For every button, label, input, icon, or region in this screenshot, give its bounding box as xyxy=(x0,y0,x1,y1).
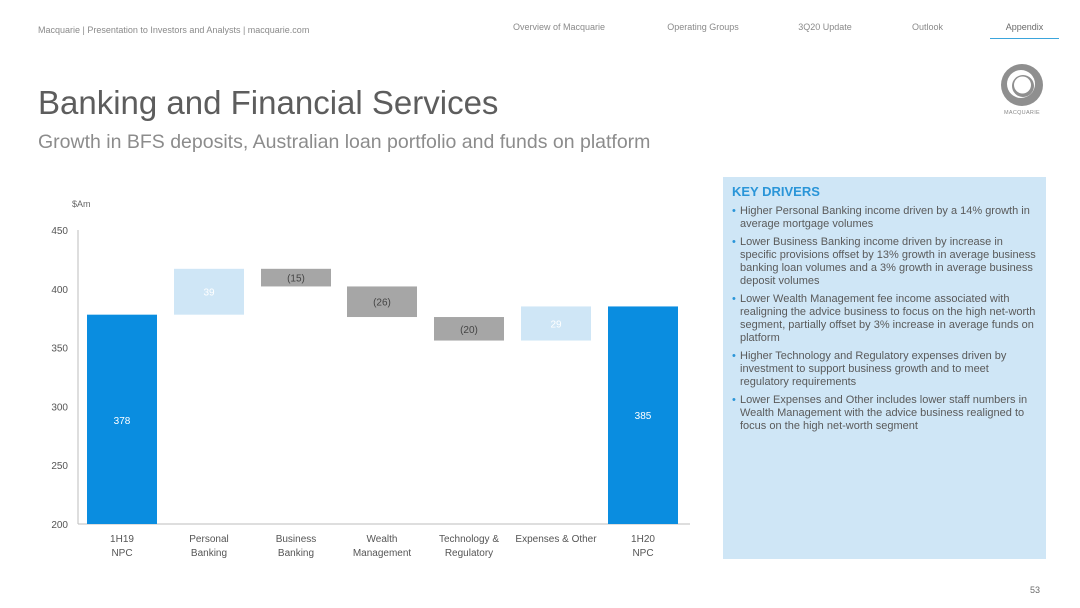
y-tick-label: 350 xyxy=(51,344,68,355)
data-label: 29 xyxy=(550,319,562,330)
category-label: Personal xyxy=(189,534,228,545)
y-tick-label: 450 xyxy=(51,226,68,237)
data-label: (26) xyxy=(373,298,391,309)
top-bar: Macquarie | Presentation to Investors an… xyxy=(0,0,1080,40)
data-label: (20) xyxy=(460,325,478,336)
bullet-icon: • xyxy=(732,236,736,248)
key-driver-item: • Higher Personal Banking income driven b… xyxy=(732,205,1040,231)
key-drivers-list: • Higher Personal Banking income driven b… xyxy=(732,205,1040,438)
key-driver-text: Lower Wealth Management fee income assoc… xyxy=(740,293,1036,344)
bullet-icon: • xyxy=(732,394,736,406)
category-label: Expenses & Other xyxy=(515,534,597,545)
page-subtitle: Growth in BFS deposits, Australian loan … xyxy=(38,131,651,153)
key-driver-item: • Lower Expenses and Other includes lower… xyxy=(732,394,1040,433)
category-label: Business xyxy=(276,534,317,545)
nav-overview[interactable]: Overview of Macquarie xyxy=(505,22,613,38)
y-tick-label: 300 xyxy=(51,402,68,413)
page-title: Banking and Financial Services xyxy=(38,84,499,121)
bullet-icon: • xyxy=(732,205,736,217)
key-driver-text: Higher Technology and Regulatory expense… xyxy=(740,350,1007,388)
category-label: 1H19 xyxy=(110,534,134,545)
key-drivers-panel: KEY DRIVERS • Higher Personal Banking inc… xyxy=(723,177,1046,559)
category-label: Banking xyxy=(191,548,227,559)
key-driver-item: • Lower Wealth Management fee income asso… xyxy=(732,293,1040,345)
data-label: 39 xyxy=(203,288,215,299)
category-label: Regulatory xyxy=(445,548,493,559)
nav-3q20-update[interactable]: 3Q20 Update xyxy=(790,22,860,38)
nav-operating-groups[interactable]: Operating Groups xyxy=(658,22,748,38)
data-label: 385 xyxy=(635,411,652,422)
category-label: Management xyxy=(353,548,412,559)
y-tick-label: 400 xyxy=(51,285,68,296)
key-driver-item: • Higher Technology and Regulatory expens… xyxy=(732,350,1040,389)
data-label: 378 xyxy=(114,416,131,427)
category-label: NPC xyxy=(111,548,132,559)
category-label: Technology & xyxy=(439,534,499,545)
y-axis-label: $Am xyxy=(72,199,91,209)
header-breadcrumb: Macquarie | Presentation to Investors an… xyxy=(38,25,310,35)
y-tick-label: 250 xyxy=(51,461,68,472)
data-label: (15) xyxy=(287,274,305,285)
key-driver-text: Higher Personal Banking income driven by… xyxy=(740,205,1030,230)
nav-appendix[interactable]: Appendix xyxy=(990,22,1059,39)
nav-outlook[interactable]: Outlook xyxy=(900,22,955,38)
category-label: Banking xyxy=(278,548,314,559)
key-driver-text: Lower Expenses and Other includes lower … xyxy=(740,394,1028,432)
y-tick-label: 200 xyxy=(51,520,68,531)
category-label: NPC xyxy=(632,548,653,559)
category-label: 1H20 xyxy=(631,534,655,545)
category-label: Wealth xyxy=(367,534,398,545)
key-drivers-title: KEY DRIVERS xyxy=(732,184,820,199)
key-driver-text: Lower Business Banking income driven by … xyxy=(740,236,1036,287)
logo-text: MACQUARIE xyxy=(1003,110,1040,116)
bullet-icon: • xyxy=(732,293,736,305)
key-driver-item: • Lower Business Banking income driven by… xyxy=(732,236,1040,288)
waterfall-chart: $Am 200 250 300 350 400 450 378 1H19 NPC 39 Persona… xyxy=(51,199,690,559)
page-number: 53 xyxy=(1030,585,1041,595)
bullet-icon: • xyxy=(732,350,736,362)
